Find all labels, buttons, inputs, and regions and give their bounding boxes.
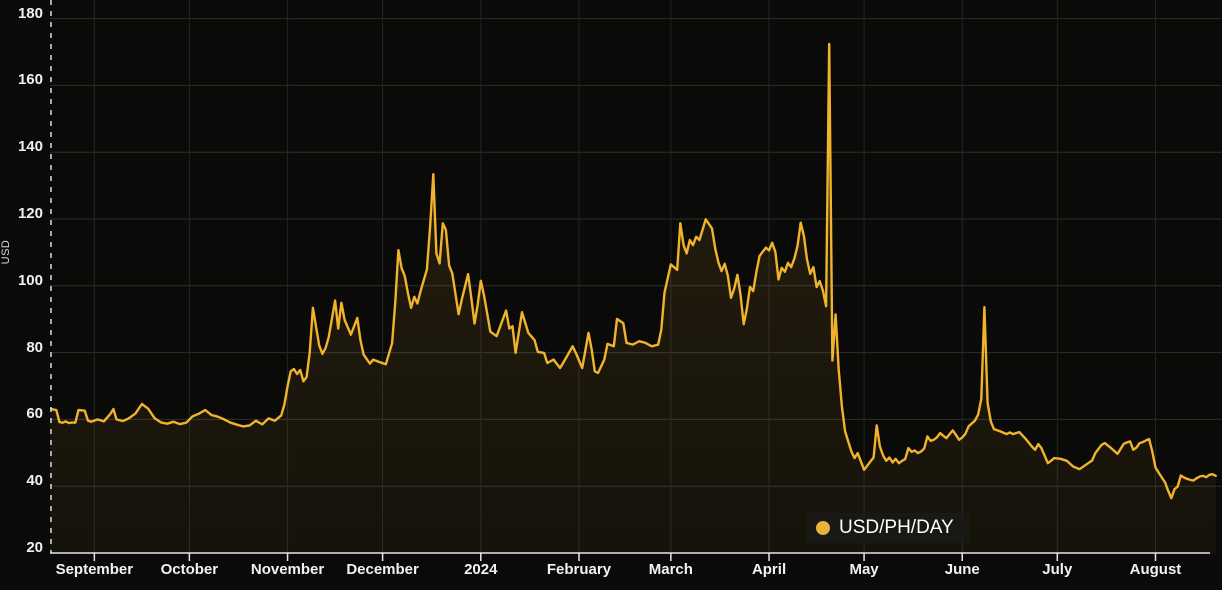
legend[interactable]: USD/PH/DAY [806, 513, 970, 543]
y-axis-label-120: 120 [0, 205, 45, 223]
y-axis-label-60: 60 [0, 405, 45, 423]
y-axis-label-20: 20 [0, 539, 45, 557]
series-area [50, 44, 1216, 553]
y-axis-label-180: 180 [0, 5, 45, 23]
y-axis-label-80: 80 [0, 339, 45, 357]
y-axis-label-140: 140 [0, 138, 45, 156]
legend-marker-icon [816, 521, 830, 535]
hashprice-chart: USD 18016014012010080604020 SeptemberOct… [0, 0, 1222, 590]
y-axis-title: USD [0, 232, 14, 272]
x-axis-label-august: August [1095, 561, 1215, 579]
plot-area[interactable] [50, 0, 1222, 570]
y-axis-label-40: 40 [0, 472, 45, 490]
y-axis-label-100: 100 [0, 272, 45, 290]
legend-label: USD/PH/DAY [839, 517, 954, 539]
y-axis-label-160: 160 [0, 71, 45, 89]
